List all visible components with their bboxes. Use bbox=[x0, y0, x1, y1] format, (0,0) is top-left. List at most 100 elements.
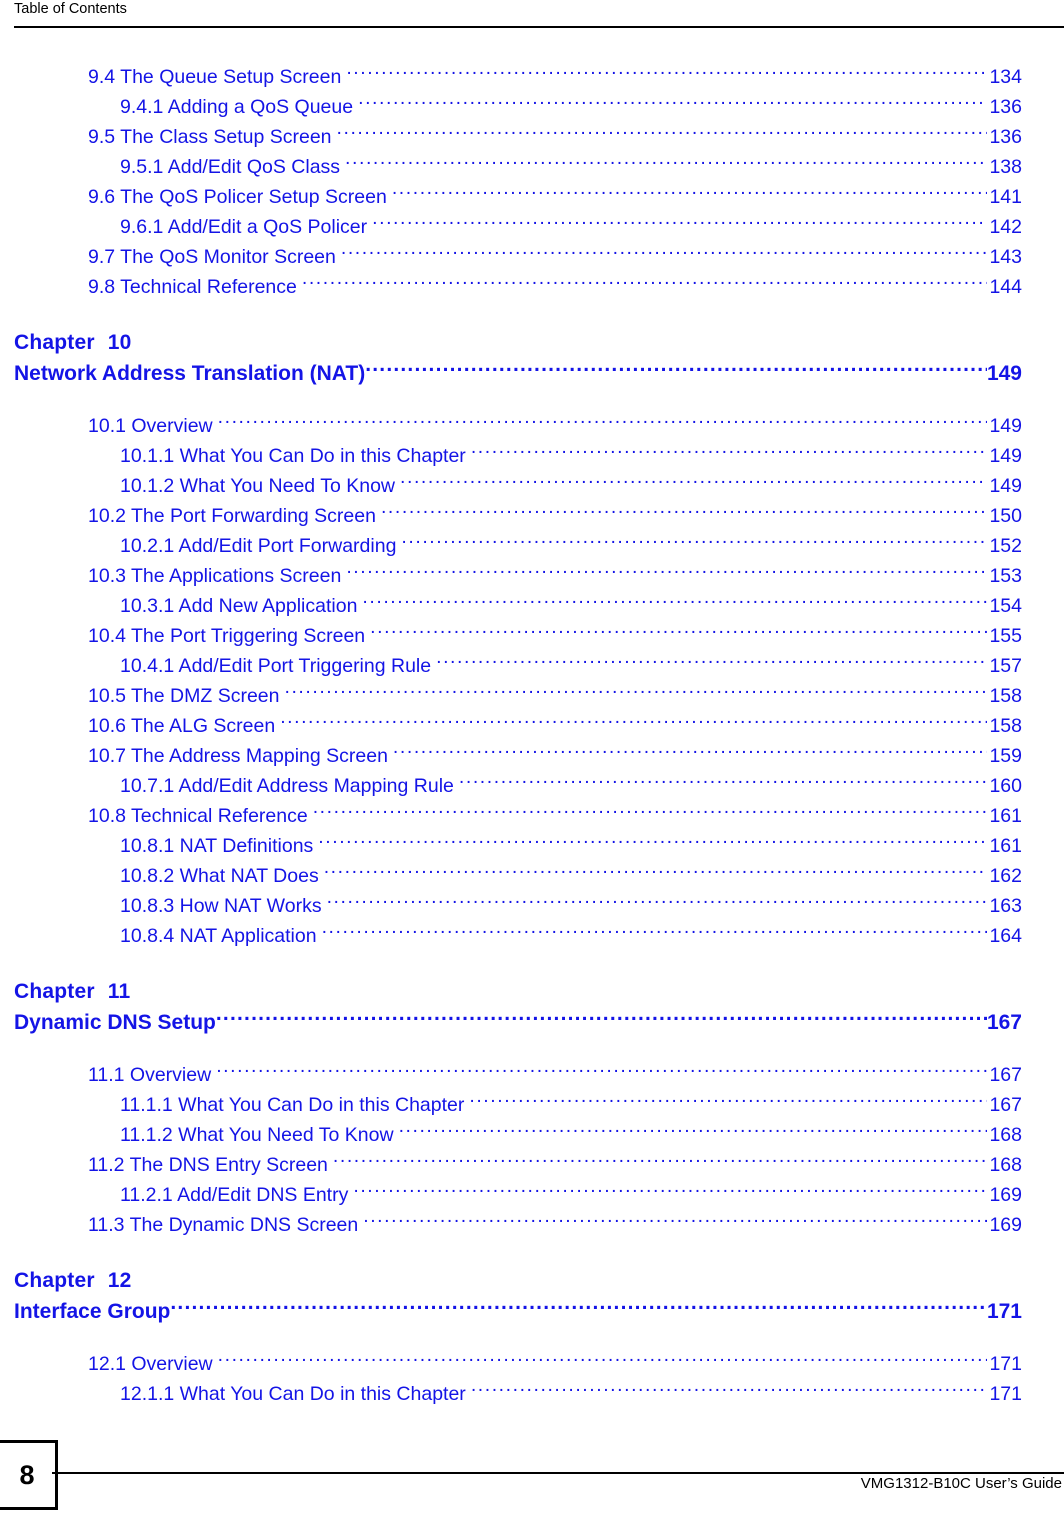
chapter-word: Chapter bbox=[14, 980, 95, 1003]
toc-entry-title: 10.6 The ALG Screen bbox=[88, 715, 276, 737]
toc-entry-page: 161 bbox=[989, 805, 1022, 827]
toc-entry[interactable]: 10.3.1 Add New Application 154 bbox=[0, 591, 1064, 621]
dot-leader bbox=[459, 773, 988, 793]
dot-leader bbox=[170, 1297, 987, 1318]
dot-leader bbox=[393, 743, 988, 763]
toc-entry[interactable]: 10.4 The Port Triggering Screen 155 bbox=[0, 621, 1064, 651]
toc-entry[interactable]: 9.7 The QoS Monitor Screen 143 bbox=[0, 242, 1064, 272]
toc-chapter-block[interactable]: Chapter 10 Network Address Translation (NA… bbox=[0, 328, 1064, 389]
dot-leader bbox=[471, 443, 988, 463]
toc-entry-page: 159 bbox=[989, 745, 1022, 767]
toc-chapter-page: 171 bbox=[986, 1300, 1022, 1323]
toc-entry-page: 141 bbox=[989, 186, 1022, 208]
toc-entry[interactable]: 9.5 The Class Setup Screen 136 bbox=[0, 122, 1064, 152]
toc-entry[interactable]: 10.7 The Address Mapping Screen 159 bbox=[0, 741, 1064, 771]
toc-entry-page: 136 bbox=[989, 96, 1022, 118]
toc-entry-title: 10.8.4 NAT Application bbox=[120, 925, 317, 947]
toc-chapter-entry[interactable]: Dynamic DNS Setup 167 bbox=[0, 1007, 1064, 1038]
toc-entry-title: 11.1.1 What You Can Do in this Chapter bbox=[120, 1094, 465, 1116]
toc-entry-title: 12.1.1 What You Can Do in this Chapter bbox=[120, 1383, 466, 1405]
toc-entry-page: 158 bbox=[989, 685, 1022, 707]
dot-leader bbox=[218, 1351, 988, 1371]
toc-entry[interactable]: 10.3 The Applications Screen 153 bbox=[0, 561, 1064, 591]
toc-entry[interactable]: 10.1.2 What You Need To Know 149 bbox=[0, 471, 1064, 501]
toc-chapter-page: 149 bbox=[986, 362, 1022, 385]
toc-entry[interactable]: 9.8 Technical Reference 144 bbox=[0, 272, 1064, 302]
dot-leader bbox=[400, 473, 987, 493]
toc-entry[interactable]: 11.1.1 What You Can Do in this Chapter 16… bbox=[0, 1090, 1064, 1120]
toc-entry[interactable]: 9.5.1 Add/Edit QoS Class 138 bbox=[0, 152, 1064, 182]
toc-entry-title: 11.1 Overview bbox=[88, 1064, 212, 1086]
toc-entry[interactable]: 12.1.1 What You Can Do in this Chapter 17… bbox=[0, 1379, 1064, 1409]
dot-leader bbox=[362, 593, 987, 613]
toc-entry-title: 12.1 Overview bbox=[88, 1353, 213, 1375]
toc-entry-page: 149 bbox=[989, 475, 1022, 497]
toc-entry-page: 153 bbox=[989, 565, 1022, 587]
toc-entry-page: 157 bbox=[989, 655, 1022, 677]
toc-entry-title: 10.8.2 What NAT Does bbox=[120, 865, 319, 887]
toc-entry[interactable]: 10.5 The DMZ Screen 158 bbox=[0, 681, 1064, 711]
toc-entry[interactable]: 12.1 Overview 171 bbox=[0, 1349, 1064, 1379]
toc-entry[interactable]: 10.6 The ALG Screen 158 bbox=[0, 711, 1064, 741]
page-header: Table of Contents bbox=[0, 0, 1064, 30]
dot-leader bbox=[436, 653, 987, 673]
dot-leader bbox=[346, 64, 987, 84]
toc-entry-page: 142 bbox=[989, 216, 1022, 238]
toc-entry[interactable]: 10.1 Overview 149 bbox=[0, 411, 1064, 441]
toc-entry[interactable]: 10.2.1 Add/Edit Port Forwarding 152 bbox=[0, 531, 1064, 561]
toc-entry[interactable]: 10.8.4 NAT Application 164 bbox=[0, 921, 1064, 951]
dot-leader bbox=[370, 623, 987, 643]
dot-leader bbox=[346, 563, 987, 583]
toc-entry[interactable]: 11.1 Overview 167 bbox=[0, 1060, 1064, 1090]
toc-entry-page: 167 bbox=[989, 1094, 1022, 1116]
dot-leader bbox=[372, 214, 987, 234]
toc-chapter-entry[interactable]: Interface Group 171 bbox=[0, 1296, 1064, 1327]
toc-entry[interactable]: 10.8.2 What NAT Does 162 bbox=[0, 861, 1064, 891]
toc-entry-page: 154 bbox=[989, 595, 1022, 617]
toc-entry[interactable]: 9.6 The QoS Policer Setup Screen 141 bbox=[0, 182, 1064, 212]
toc-entry-page: 163 bbox=[989, 895, 1022, 917]
toc-entry[interactable]: 10.2 The Port Forwarding Screen 150 bbox=[0, 501, 1064, 531]
dot-leader bbox=[313, 803, 988, 823]
toc-entry-title: 10.8.3 How NAT Works bbox=[120, 895, 322, 917]
toc-entry[interactable]: 11.3 The Dynamic DNS Screen 169 bbox=[0, 1210, 1064, 1240]
toc-chapter-title: Interface Group bbox=[14, 1300, 171, 1323]
toc-entry[interactable]: 11.2.1 Add/Edit DNS Entry 169 bbox=[0, 1180, 1064, 1210]
toc-entry[interactable]: 10.8 Technical Reference 161 bbox=[0, 801, 1064, 831]
table-of-contents-list: 9.4 The Queue Setup Screen 134 9.4.1 Addin… bbox=[0, 62, 1064, 1409]
toc-chapter-entry[interactable]: Network Address Translation (NAT) 149 bbox=[0, 358, 1064, 389]
toc-entry-page: 160 bbox=[989, 775, 1022, 797]
dot-leader bbox=[365, 359, 987, 380]
toc-entry[interactable]: 9.4 The Queue Setup Screen 134 bbox=[0, 62, 1064, 92]
toc-entry-page: 162 bbox=[989, 865, 1022, 887]
toc-entry[interactable]: 9.4.1 Adding a QoS Queue 136 bbox=[0, 92, 1064, 122]
toc-entry[interactable]: 11.2 The DNS Entry Screen 168 bbox=[0, 1150, 1064, 1180]
toc-entry[interactable]: 11.1.2 What You Need To Know 168 bbox=[0, 1120, 1064, 1150]
toc-chapter-block[interactable]: Chapter 12 Interface Group 171 bbox=[0, 1266, 1064, 1327]
toc-entry-page: 171 bbox=[989, 1353, 1022, 1375]
toc-entry[interactable]: 9.6.1 Add/Edit a QoS Policer 142 bbox=[0, 212, 1064, 242]
dot-leader bbox=[216, 1062, 987, 1082]
toc-entry-title: 10.3.1 Add New Application bbox=[120, 595, 358, 617]
toc-chapter-label: Chapter 10 bbox=[0, 328, 1064, 358]
dot-leader bbox=[333, 1152, 988, 1172]
toc-chapter-block[interactable]: Chapter 11 Dynamic DNS Setup 167 bbox=[0, 977, 1064, 1038]
toc-entry[interactable]: 10.8.3 How NAT Works 163 bbox=[0, 891, 1064, 921]
header-divider bbox=[14, 26, 1064, 28]
dot-leader bbox=[280, 713, 987, 733]
page-number-box: 8 bbox=[0, 1440, 58, 1510]
dot-leader bbox=[324, 863, 988, 883]
dot-leader bbox=[337, 124, 988, 144]
toc-entry-page: 134 bbox=[989, 66, 1022, 88]
toc-entry-page: 158 bbox=[989, 715, 1022, 737]
toc-entry[interactable]: 10.1.1 What You Can Do in this Chapter 14… bbox=[0, 441, 1064, 471]
toc-entry[interactable]: 10.7.1 Add/Edit Address Mapping Rule 160 bbox=[0, 771, 1064, 801]
toc-entry[interactable]: 10.4.1 Add/Edit Port Triggering Rule 157 bbox=[0, 651, 1064, 681]
toc-entry[interactable]: 10.8.1 NAT Definitions 161 bbox=[0, 831, 1064, 861]
toc-entry-page: 169 bbox=[989, 1184, 1022, 1206]
